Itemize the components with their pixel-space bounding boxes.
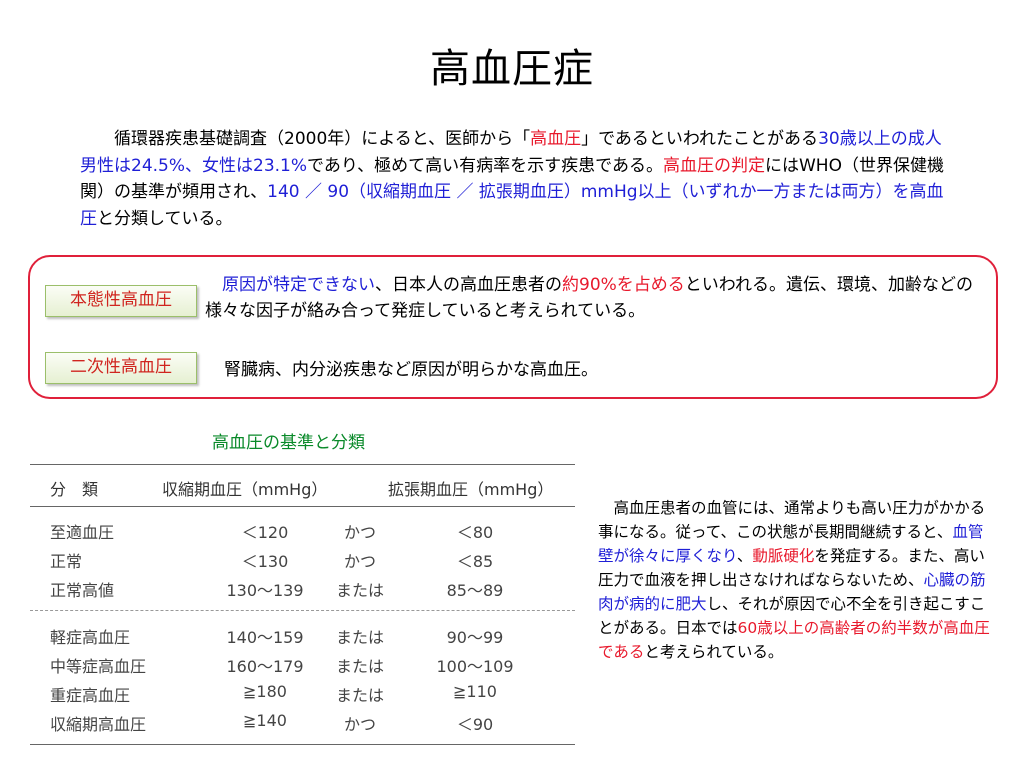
intro-highlight-criteria: 高血圧の判定 <box>663 155 765 176</box>
row-category: 中等症高血圧 <box>50 657 147 676</box>
side-highlight-arteriosclerosis: 動脈硬化 <box>752 547 815 565</box>
secondary-hypertension-label: 二次性高血圧 <box>45 352 197 384</box>
row-systolic: ≧140 <box>243 711 287 730</box>
row-diastolic: 90～99 <box>446 628 504 647</box>
side-text-2: 、 <box>736 547 753 565</box>
intro-text-3: であり、極めて高い有病率を示す疾患である。 <box>307 155 663 176</box>
row-systolic: 130～139 <box>226 581 304 600</box>
row-conjunction: または <box>335 628 384 647</box>
header-systolic: 収縮期血圧（mmHg） <box>162 480 328 499</box>
header-category: 分 類 <box>50 480 99 499</box>
essential-hypertension-description: 原因が特定できない、日本人の高血圧患者の約90%を占めるといわれる。遺伝、環境、… <box>205 272 995 324</box>
row-conjunction: または <box>335 657 384 676</box>
intro-highlight-hypertension: 高血圧 <box>530 129 582 149</box>
page-title: 高血圧症 <box>430 46 594 92</box>
row-category: 軽症高血圧 <box>50 628 131 647</box>
table-divider <box>30 610 575 611</box>
essential-highlight-90-percent: 約90%を占める <box>562 275 685 295</box>
row-category: 正常 <box>50 552 83 571</box>
row-category: 正常高値 <box>50 581 115 600</box>
row-category: 重症高血圧 <box>50 686 131 705</box>
row-diastolic: ＜90 <box>456 715 494 734</box>
essential-highlight-unknown-cause: 原因が特定できない <box>222 275 375 295</box>
essential-text-1: 、日本人の高血圧患者の <box>375 275 562 295</box>
row-category: 収縮期高血圧 <box>50 715 147 734</box>
row-category: 至適血圧 <box>50 523 115 542</box>
intro-paragraph: 循環器疾患基礎調査（2000年）によると、医師から「高血圧」であるといわれたこと… <box>80 126 952 232</box>
side-text-5: と考えられている。 <box>644 643 784 661</box>
table-title: 高血圧の基準と分類 <box>212 433 365 453</box>
table-top-rule <box>30 464 575 465</box>
side-text-1: 高血圧患者の血管には、通常よりも高い圧力がかかる事になる。従って、この状態が長期… <box>598 499 986 541</box>
row-conjunction: かつ <box>343 552 376 571</box>
header-diastolic: 拡張期血圧（mmHg） <box>388 480 554 499</box>
table-bottom-rule <box>30 744 575 745</box>
row-diastolic: ＜85 <box>456 552 494 571</box>
slide: 高血圧症 循環器疾患基礎調査（2000年）によると、医師から「高血圧」であるとい… <box>0 0 1024 768</box>
secondary-hypertension-description: 腎臓病、内分泌疾患など原因が明らかな高血圧。 <box>224 360 598 380</box>
row-conjunction: または <box>335 686 384 705</box>
row-conjunction: かつ <box>343 523 376 542</box>
row-systolic: 160～179 <box>226 657 304 676</box>
table-header-rule <box>30 506 575 507</box>
intro-text-1: 循環器疾患基礎調査（2000年）によると、医師から「 <box>114 129 531 149</box>
row-systolic: 140～159 <box>226 628 304 647</box>
complications-paragraph: 高血圧患者の血管には、通常よりも高い圧力がかかる事になる。従って、この状態が長期… <box>598 496 998 664</box>
row-systolic: ＜120 <box>241 523 289 542</box>
row-systolic: ＜130 <box>241 552 289 571</box>
essential-hypertension-label: 本態性高血圧 <box>45 285 197 317</box>
row-systolic: ≧180 <box>243 682 287 701</box>
intro-text-5: と分類している。 <box>97 208 233 229</box>
intro-text-2: 」であるといわれたことがある <box>581 129 819 149</box>
row-diastolic: ≧110 <box>453 682 497 701</box>
classification-table: 分 類 収縮期血圧（mmHg） 拡張期血圧（mmHg） 至適血圧 ＜120 かつ… <box>30 464 575 748</box>
row-conjunction: かつ <box>343 715 376 734</box>
row-conjunction: または <box>335 581 384 600</box>
row-diastolic: 100～109 <box>436 657 514 676</box>
row-diastolic: 85～89 <box>446 581 504 600</box>
row-diastolic: ＜80 <box>456 523 494 542</box>
